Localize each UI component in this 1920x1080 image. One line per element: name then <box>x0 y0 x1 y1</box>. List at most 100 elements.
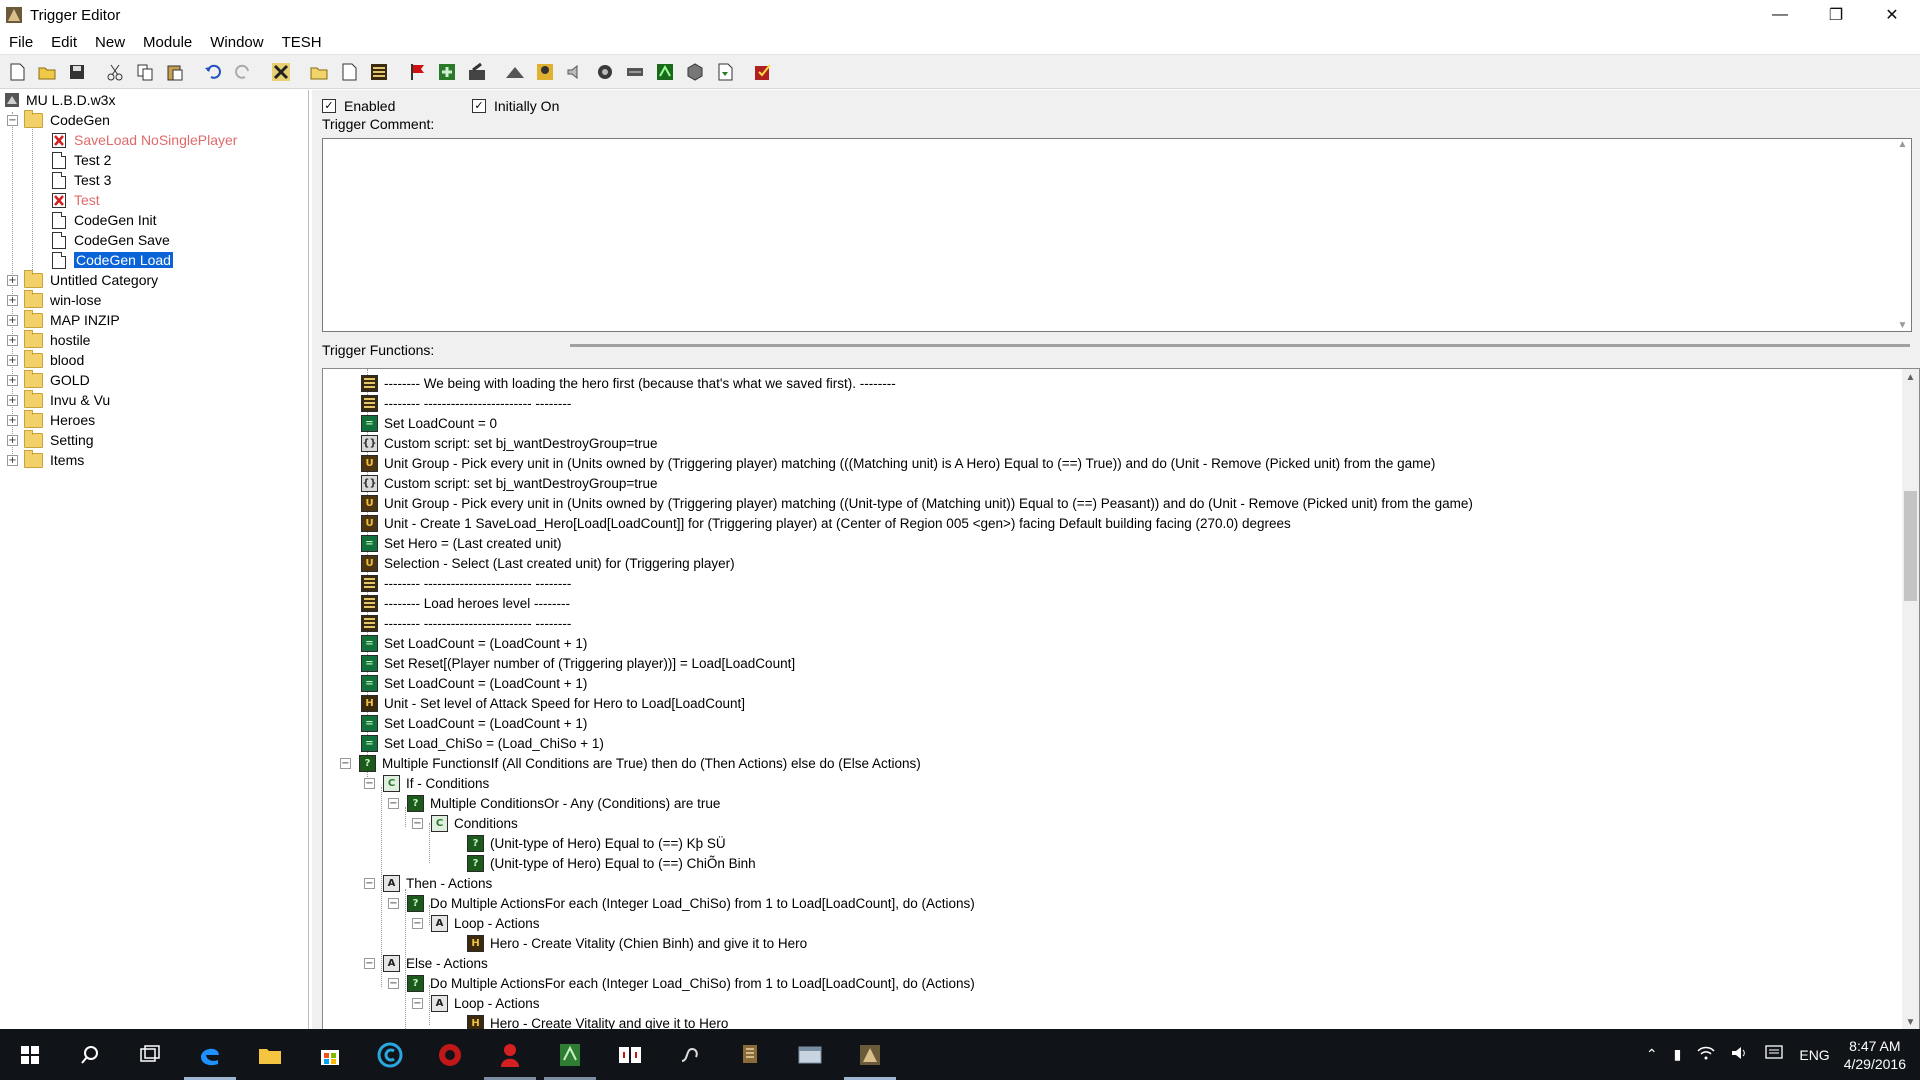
function-row[interactable]: = Set LoadCount = (LoadCount + 1) <box>361 673 587 693</box>
save-icon[interactable] <box>64 59 90 85</box>
function-row[interactable]: = Set LoadCount = (LoadCount + 1) <box>361 713 587 733</box>
category-item[interactable]: + MAP INZIP <box>7 309 120 330</box>
menu-new[interactable]: New <box>86 34 134 51</box>
category-item[interactable]: + win-lose <box>7 289 101 310</box>
category-item[interactable]: + Heroes <box>7 409 95 430</box>
function-row[interactable]: − A Then - Actions <box>364 873 492 893</box>
function-row[interactable]: -------- ------------------------ ------… <box>361 573 571 593</box>
function-row[interactable]: − A Else - Actions <box>364 953 488 973</box>
functions-scrollbar[interactable]: ▲ ▼ <box>1902 369 1919 1031</box>
new-action-icon[interactable] <box>464 59 490 85</box>
collapse-icon[interactable]: − <box>388 897 399 909</box>
function-row[interactable]: = Set Reset[(Player number of (Triggering… <box>361 653 795 673</box>
test-map-icon[interactable] <box>750 59 776 85</box>
collapse-icon[interactable]: − <box>388 977 399 989</box>
category-item[interactable]: + GOLD <box>7 369 90 390</box>
paste-icon[interactable] <box>162 59 188 85</box>
category-item[interactable]: + hostile <box>7 329 90 350</box>
trigger-item[interactable]: Test 2 <box>52 150 111 170</box>
app-c-icon[interactable] <box>360 1029 420 1080</box>
comment-scrollbar[interactable]: ▲ ▼ <box>1894 139 1911 331</box>
function-row[interactable]: ? (Unit-type of Hero) Equal to (==) ChiÕn… <box>467 853 756 873</box>
delete-icon[interactable] <box>268 59 294 85</box>
expand-icon[interactable]: + <box>7 294 18 306</box>
app-avatar-icon[interactable] <box>480 1029 540 1080</box>
collapse-icon[interactable]: − <box>412 817 423 829</box>
expand-icon[interactable]: + <box>7 434 18 446</box>
close-button[interactable]: ✕ <box>1864 0 1920 30</box>
function-row[interactable]: = Set Hero = (Last created unit) <box>361 533 561 553</box>
minimize-button[interactable]: — <box>1752 0 1808 30</box>
trigger-comment-textarea[interactable]: ▲ ▼ <box>322 138 1912 332</box>
expand-icon[interactable]: + <box>7 334 18 346</box>
wifi-icon[interactable] <box>1697 1046 1715 1063</box>
function-row[interactable]: {} Custom script: set bj_wantDestroyGroup… <box>361 473 658 493</box>
category-codegen[interactable]: − CodeGen <box>7 109 110 130</box>
file-explorer-icon[interactable] <box>240 1029 300 1080</box>
task-view-icon[interactable] <box>120 1029 180 1080</box>
battery-icon[interactable]: ▮ <box>1674 1046 1682 1063</box>
new-map-icon[interactable] <box>4 59 30 85</box>
search-icon[interactable] <box>60 1029 120 1080</box>
function-row[interactable]: U Unit - Create 1 SaveLoad_Hero[Load[Load… <box>361 513 1291 533</box>
menu-tesh[interactable]: TESH <box>273 34 331 51</box>
object-manager-icon[interactable] <box>682 59 708 85</box>
new-comment-icon[interactable] <box>366 59 392 85</box>
expand-icon[interactable]: + <box>7 374 18 386</box>
category-item[interactable]: + Untitled Category <box>7 269 158 290</box>
app-cards-icon[interactable] <box>600 1029 660 1080</box>
open-icon[interactable] <box>34 59 60 85</box>
language-indicator[interactable]: ENG <box>1799 1047 1829 1063</box>
function-row[interactable]: − A Loop - Actions <box>412 993 540 1013</box>
collapse-icon[interactable]: − <box>388 797 399 809</box>
expand-icon[interactable]: + <box>7 414 18 426</box>
copy-icon[interactable] <box>132 59 158 85</box>
menu-module[interactable]: Module <box>134 34 201 51</box>
store-icon[interactable] <box>300 1029 360 1080</box>
function-row[interactable]: -------- Load heroes level -------- <box>361 593 570 613</box>
expand-icon[interactable]: + <box>7 394 18 406</box>
function-row[interactable]: H Unit - Set level of Attack Speed for He… <box>361 693 745 713</box>
new-condition-icon[interactable] <box>434 59 460 85</box>
function-row[interactable]: = Set Load_ChiSo = (Load_ChiSo + 1) <box>361 733 604 753</box>
scroll-thumb[interactable] <box>1904 491 1917 601</box>
menu-edit[interactable]: Edit <box>42 34 86 51</box>
trigger-item[interactable]: Test 3 <box>52 170 111 190</box>
function-row[interactable]: − C Conditions <box>412 813 518 833</box>
category-item[interactable]: + Items <box>7 449 84 470</box>
trigger-functions-tree[interactable]: -------- We being with loading the hero … <box>322 368 1920 1032</box>
app-green-icon[interactable] <box>540 1029 600 1080</box>
trigger-item[interactable]: CodeGen Save <box>52 230 170 250</box>
enabled-checkbox[interactable]: ✓ Enabled <box>322 98 395 114</box>
collapse-icon[interactable]: − <box>364 777 375 789</box>
trigger-item[interactable]: SaveLoad NoSinglePlayer <box>52 130 237 150</box>
expand-icon[interactable]: + <box>7 314 18 326</box>
notifications-icon[interactable] <box>1765 1045 1784 1064</box>
collapse-icon[interactable]: − <box>412 997 423 1009</box>
redo-icon[interactable] <box>230 59 256 85</box>
function-row[interactable]: − C If - Conditions <box>364 773 489 793</box>
restore-button[interactable]: ❐ <box>1808 0 1864 30</box>
ai-editor-icon[interactable] <box>652 59 678 85</box>
undo-icon[interactable] <box>200 59 226 85</box>
new-event-icon[interactable] <box>404 59 430 85</box>
category-item[interactable]: + Setting <box>7 429 94 450</box>
campaign-editor-icon[interactable] <box>622 59 648 85</box>
menu-file[interactable]: File <box>0 34 42 51</box>
function-row[interactable]: U Unit Group - Pick every unit in (Units … <box>361 493 1473 513</box>
edge-icon[interactable] <box>180 1029 240 1080</box>
object-editor-icon[interactable] <box>592 59 618 85</box>
new-trigger-icon[interactable] <box>336 59 362 85</box>
function-row[interactable]: −? Multiple ConditionsOr - Any (Condition… <box>388 793 720 813</box>
start-icon[interactable] <box>0 1029 60 1080</box>
trigger-item-selected[interactable]: CodeGen Load <box>52 250 174 270</box>
app-swirl-icon[interactable] <box>660 1029 720 1080</box>
unit-editor-icon[interactable] <box>532 59 558 85</box>
trigger-item[interactable]: Test <box>52 190 100 210</box>
function-row[interactable]: -------- We being with loading the hero … <box>361 373 896 393</box>
app-window-icon[interactable] <box>780 1029 840 1080</box>
function-row[interactable]: H Hero - Create Vitality (Chien Binh) and… <box>467 933 807 953</box>
new-category-icon[interactable] <box>306 59 332 85</box>
expand-icon[interactable]: + <box>7 454 18 466</box>
tree-root[interactable]: MU L.B.D.w3x <box>4 90 115 110</box>
